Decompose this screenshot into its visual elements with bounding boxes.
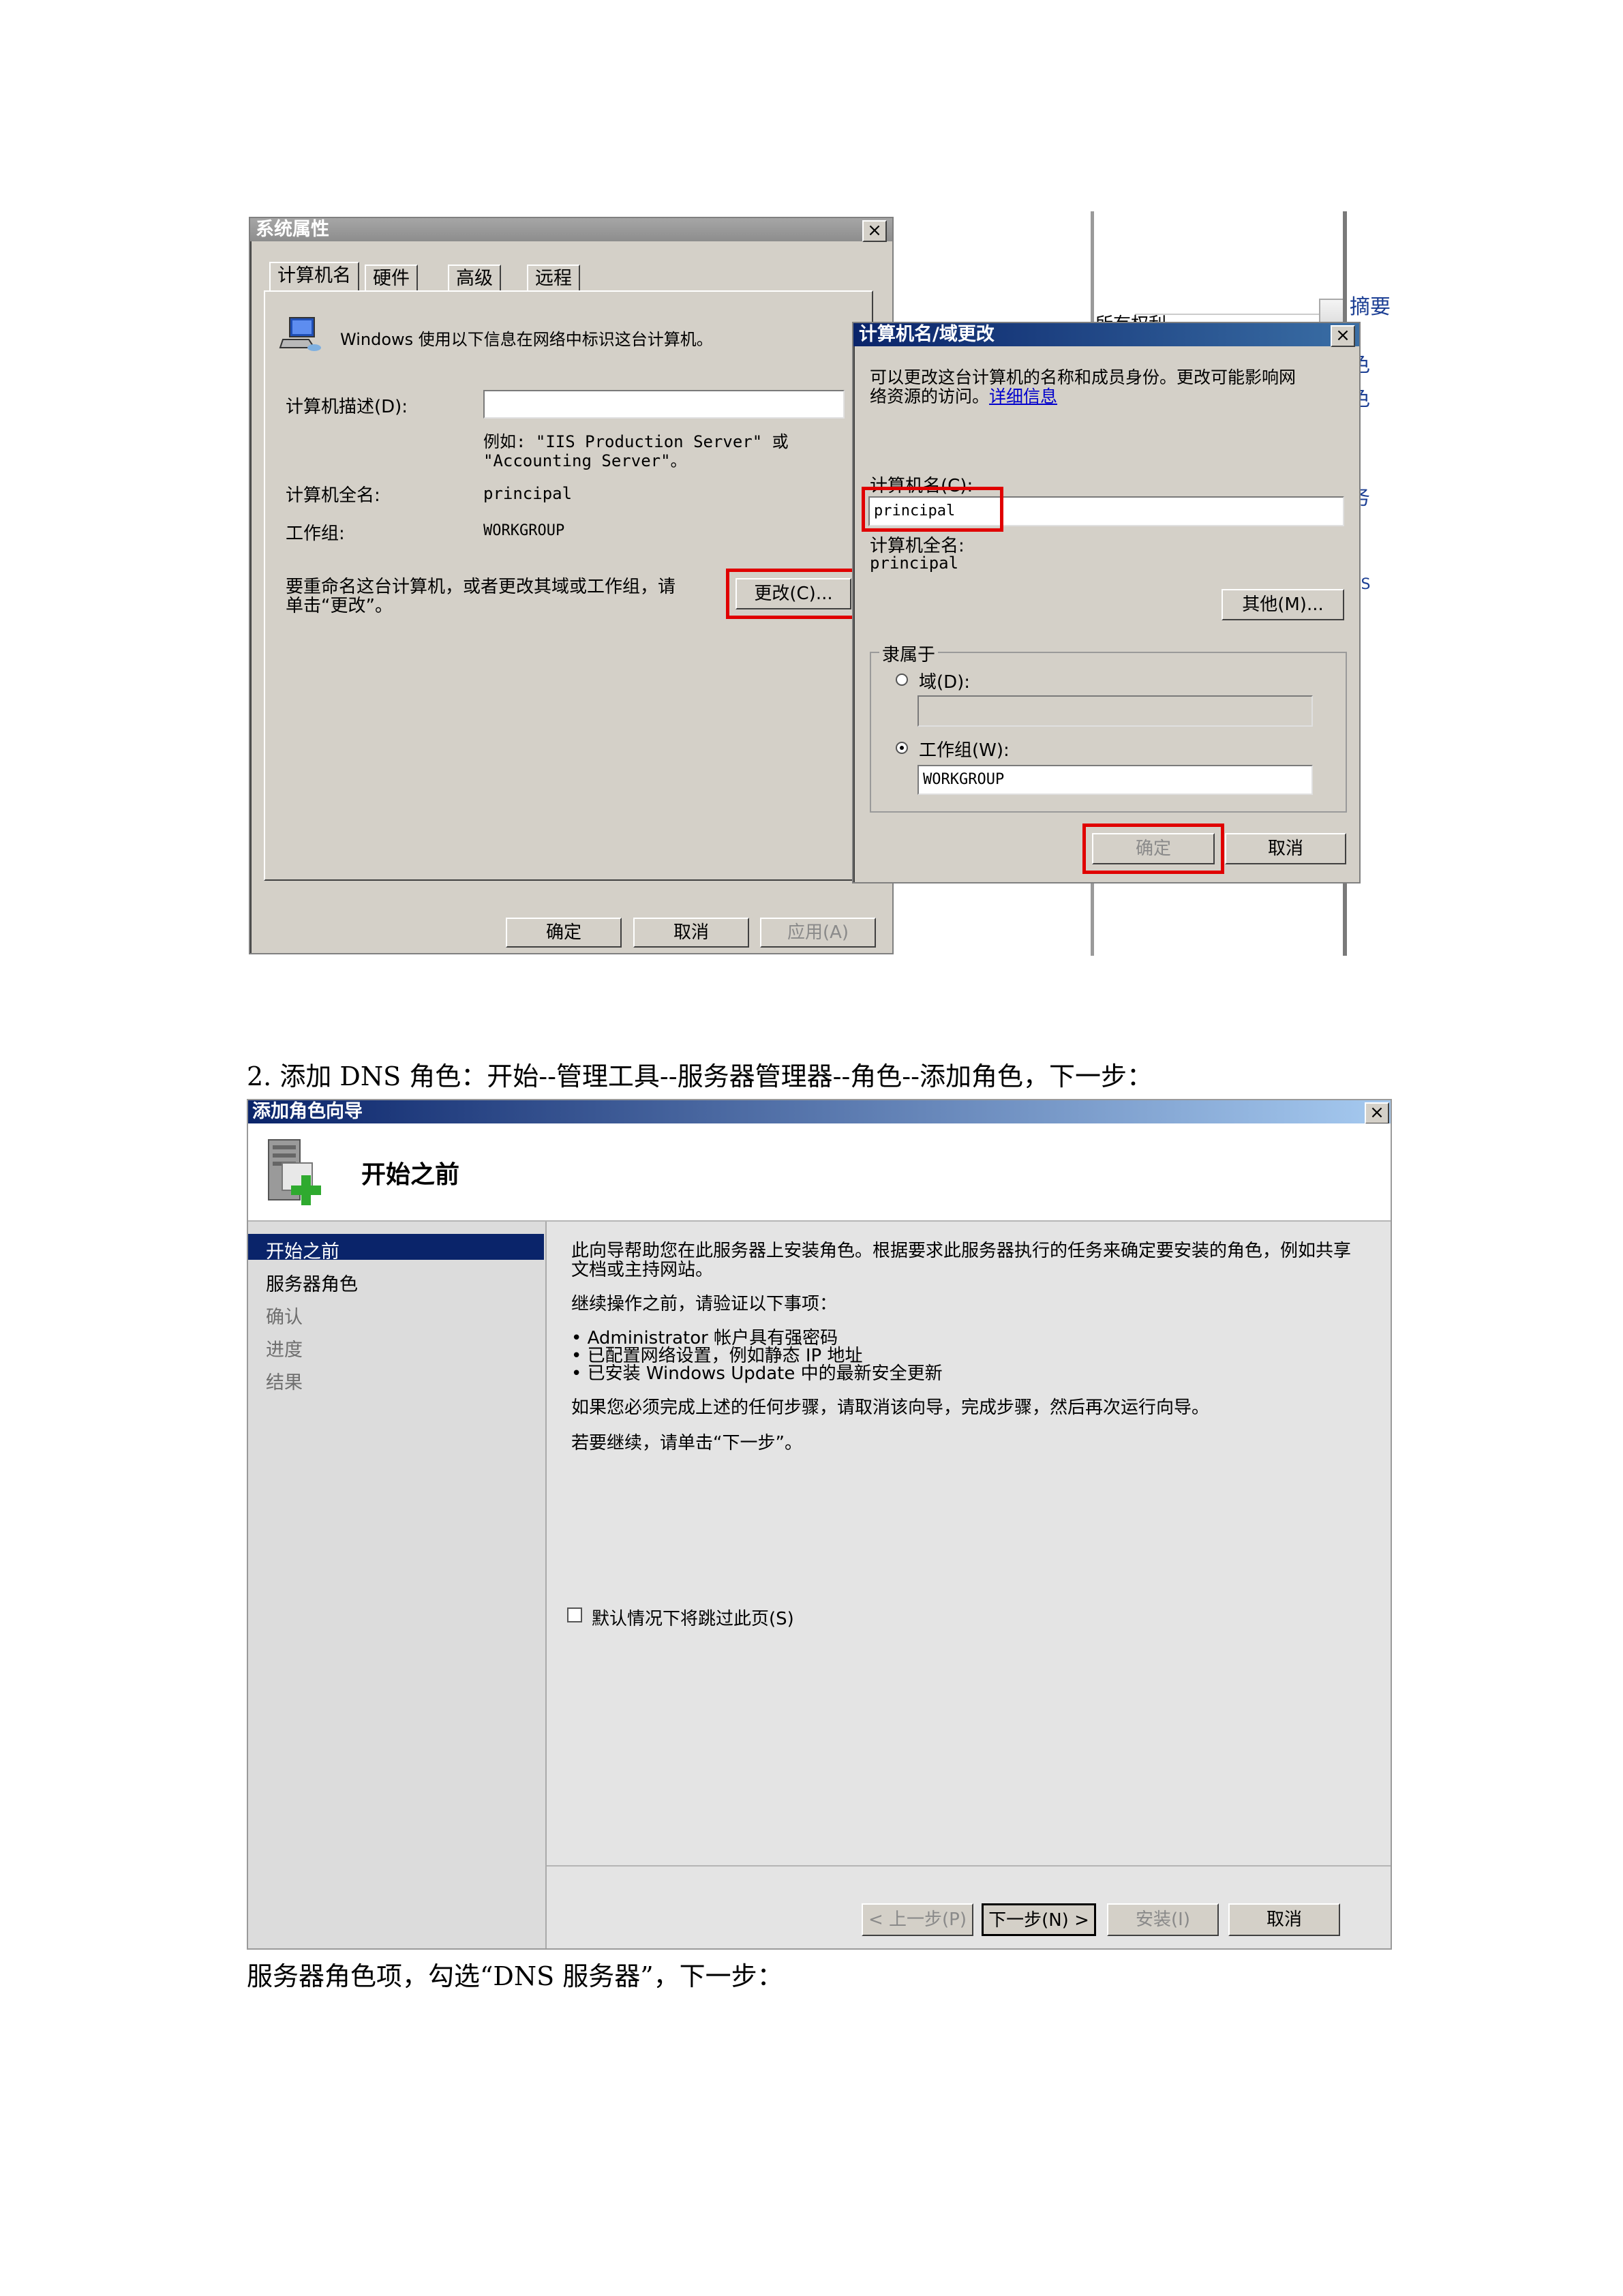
dialog-title: 系统属性 — [256, 219, 329, 240]
divider — [547, 1865, 1391, 1867]
close-button[interactable]: × — [1331, 325, 1355, 347]
dialog-titlebar: 系统属性 — [250, 218, 892, 241]
step-progress: 进度 — [266, 1340, 303, 1361]
verify-heading: 继续操作之前，请验证以下事项： — [571, 1294, 838, 1314]
wizard-titlebar: 添加角色向导 — [248, 1100, 1391, 1123]
highlight-box — [862, 487, 1003, 532]
back-button[interactable]: < 上一步(P) — [862, 1903, 973, 1936]
full-name-label: 计算机全名: — [286, 485, 380, 506]
details-link[interactable]: 详细信息 — [989, 387, 1057, 406]
caption-add-dns-role: 2. 添加 DNS 角色：开始--管理工具--服务器管理器--角色--添加角色，… — [247, 1061, 1153, 1091]
domain-input[interactable] — [917, 695, 1313, 727]
workgroup-label: 工作组(W): — [919, 740, 1010, 761]
domain-label: 域(D): — [919, 672, 971, 693]
rename-instruction-2: 单击“更改”。 — [286, 596, 393, 616]
workgroup-label: 工作组: — [286, 524, 345, 544]
example-line-2: "Accounting Server"。 — [483, 451, 687, 470]
ok-button[interactable]: 确定 — [506, 918, 622, 948]
screenshot-system-properties: 所有权利 摘要 色 色 务 NS 系统属性 × 计算机名 硬件 高级 远程 — [249, 211, 1395, 956]
tab-computer-name[interactable]: 计算机名 — [269, 262, 359, 292]
description-label: 计算机描述(D): — [286, 397, 408, 417]
cancel-button[interactable]: 取消 — [633, 918, 749, 948]
full-name-value: principal — [870, 554, 959, 573]
cancel-button[interactable]: 取消 — [1228, 1903, 1340, 1936]
wizard-content: 此向导帮助您在此服务器上安装角色。根据要求此服务器执行的任务来确定要安装的角色，… — [547, 1222, 1391, 1948]
full-name-value: principal — [483, 484, 573, 503]
step-results: 结果 — [266, 1372, 303, 1393]
dialog-title: 计算机名/域更改 — [859, 324, 995, 345]
member-of-label: 隶属于 — [879, 641, 939, 666]
next-button[interactable]: 下一步(N) > — [982, 1903, 1096, 1936]
info-text-prefix: 络资源的访问。 — [870, 387, 990, 406]
member-of-group: 隶属于 域(D): 工作组(W): WORKGROUP — [870, 641, 1347, 813]
step-confirmation: 确认 — [266, 1307, 303, 1328]
bullet-item: • 已安装 Windows Update 中的最新安全更新 — [571, 1363, 943, 1384]
cancel-button[interactable]: 取消 — [1225, 833, 1346, 864]
workgroup-radio[interactable] — [896, 742, 908, 754]
tab-hardware[interactable]: 硬件 — [365, 265, 418, 292]
server-add-icon — [262, 1136, 330, 1211]
intro-text: Windows 使用以下信息在网络中标识这台计算机。 — [340, 330, 713, 349]
more-button[interactable]: 其他(M)... — [1222, 589, 1344, 620]
info-text-2: 络资源的访问。详细信息 — [870, 383, 1057, 408]
right-pane-item: 摘要 — [1350, 295, 1391, 319]
computer-name-change-dialog: 计算机名/域更改 × 可以更改这台计算机的名称和成员身份。更改可能影响网 络资源… — [852, 322, 1361, 883]
page-title: 开始之前 — [361, 1161, 460, 1189]
dialog-titlebar: 计算机名/域更改 — [853, 323, 1359, 346]
tab-remote[interactable]: 远程 — [527, 265, 580, 292]
highlight-box — [726, 569, 861, 619]
step-server-roles[interactable]: 服务器角色 — [266, 1269, 358, 1296]
skip-page-checkbox[interactable] — [567, 1607, 582, 1622]
system-properties-dialog: 系统属性 × 计算机名 硬件 高级 远程 Windows 使用以下信息在网络中标… — [249, 217, 894, 954]
step-before-you-begin[interactable]: 开始之前 — [266, 1237, 339, 1263]
intro-line-2: 文档或主持网站。 — [571, 1260, 714, 1280]
highlight-box — [1082, 824, 1224, 874]
skip-page-label: 默认情况下将跳过此页(S) — [592, 1609, 794, 1629]
steps-sidebar: 开始之前 服务器角色 确认 进度 结果 — [248, 1222, 547, 1948]
close-button[interactable]: × — [862, 220, 887, 242]
wizard-header: 开始之前 — [248, 1123, 1391, 1222]
continue-hint: 若要继续，请单击“下一步”。 — [571, 1433, 802, 1453]
tab-advanced[interactable]: 高级 — [448, 265, 501, 292]
workgroup-input[interactable]: WORKGROUP — [917, 765, 1313, 795]
tab-strip: 计算机名 硬件 高级 远程 — [269, 262, 862, 292]
workgroup-value: WORKGROUP — [483, 522, 565, 539]
tab-panel: Windows 使用以下信息在网络中标识这台计算机。 计算机描述(D): 例如:… — [264, 290, 873, 881]
computer-network-icon — [279, 315, 322, 356]
description-field[interactable] — [483, 390, 845, 419]
wizard-title: 添加角色向导 — [252, 1101, 363, 1122]
cancel-hint: 如果您必须完成上述的任何步骤，请取消该向导，完成步骤，然后再次运行向导。 — [571, 1398, 1210, 1418]
close-button[interactable]: × — [1365, 1102, 1389, 1124]
caption-server-roles: 服务器角色项，勾选“DNS 服务器”，下一步： — [247, 1961, 783, 1991]
install-button[interactable]: 安装(I) — [1107, 1903, 1219, 1936]
domain-radio[interactable] — [896, 674, 908, 686]
screenshot-add-roles-wizard: 添加角色向导 × 开始之前 开始之前 服务器角色 确认 进度 结果 此向导帮助您… — [247, 1099, 1392, 1950]
apply-button[interactable]: 应用(A) — [760, 918, 876, 948]
